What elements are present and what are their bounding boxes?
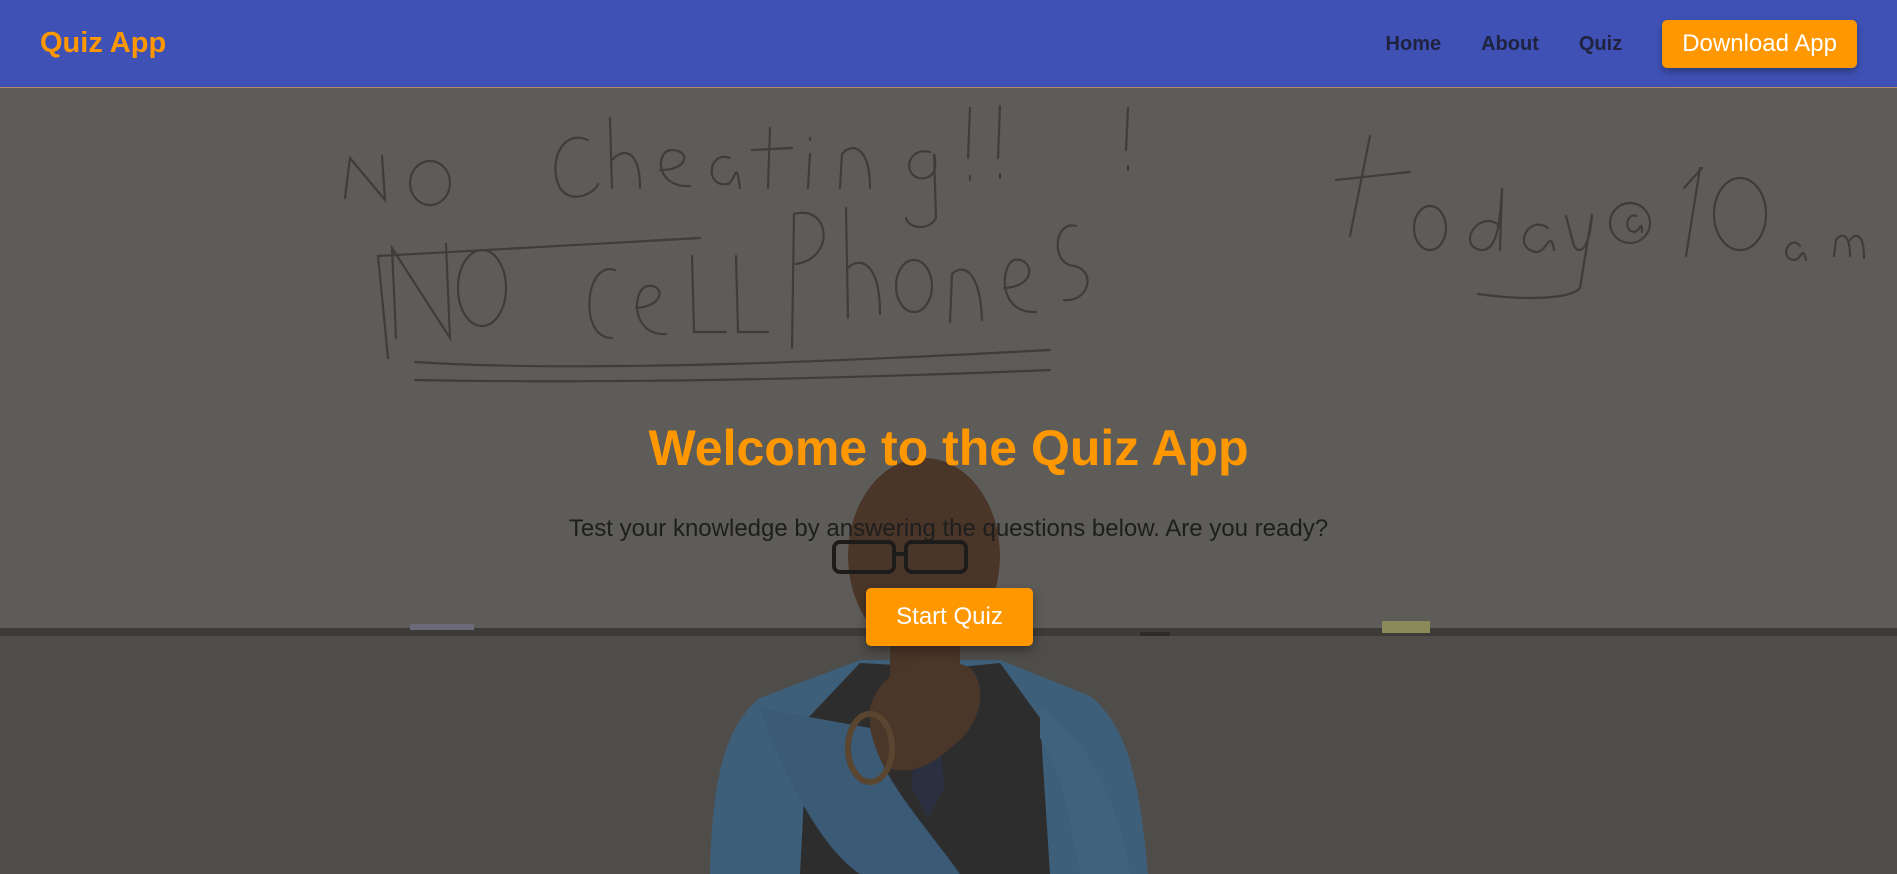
brand-logo[interactable]: Quiz App	[40, 24, 166, 62]
nav-links: Home About Quiz Download App	[1386, 20, 1857, 68]
top-navbar: Quiz App Home About Quiz Download App	[0, 0, 1897, 88]
nav-link-home[interactable]: Home	[1386, 33, 1442, 56]
start-quiz-button[interactable]: Start Quiz	[866, 588, 1033, 646]
hero-subtitle: Test your knowledge by answering the que…	[568, 515, 1329, 542]
hero-content: Welcome to the Quiz App Test your knowle…	[0, 88, 1897, 874]
nav-link-about[interactable]: About	[1481, 33, 1539, 56]
hero-title: Welcome to the Quiz App	[648, 420, 1249, 476]
hero-section: Welcome to the Quiz App Test your knowle…	[0, 88, 1897, 874]
nav-link-quiz[interactable]: Quiz	[1579, 33, 1622, 56]
download-app-button[interactable]: Download App	[1662, 20, 1857, 68]
